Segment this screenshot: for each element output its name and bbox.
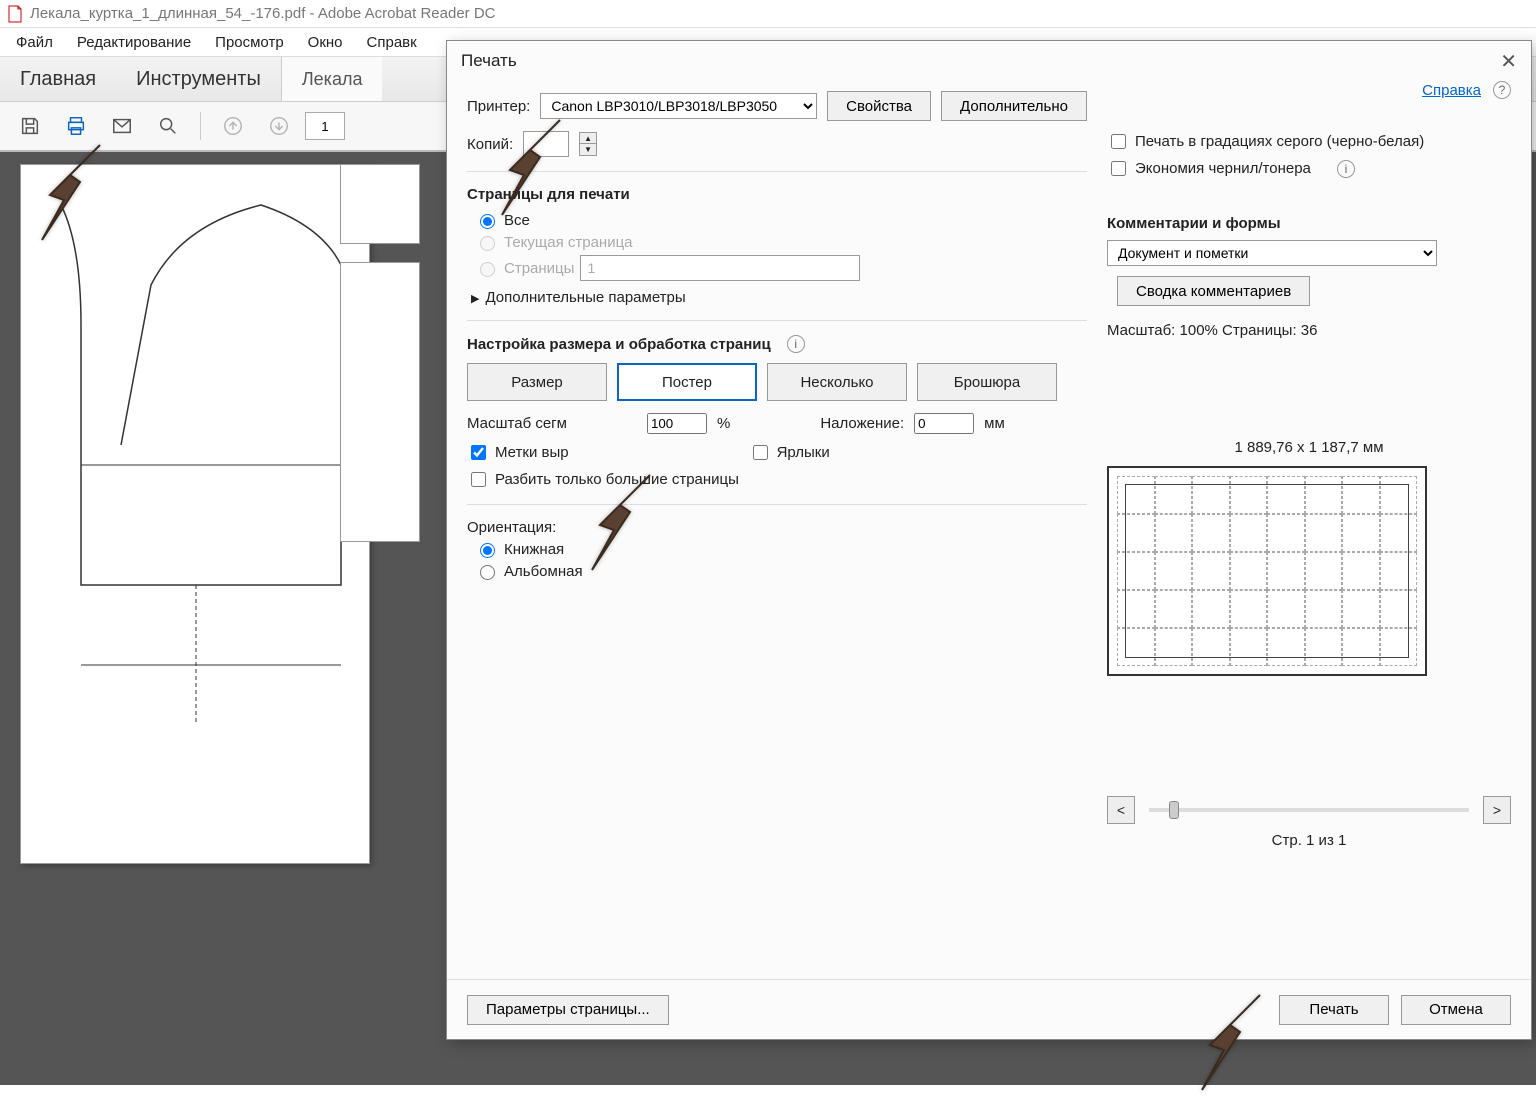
comments-select[interactable]: Документ и пометки [1107,240,1437,266]
properties-button[interactable]: Свойства [827,91,931,121]
window-title: Лекала_куртка_1_длинная_54_-176.pdf - Ad… [30,5,496,22]
print-preview [1107,466,1427,676]
chk-economy[interactable]: Экономия чернил/тонераi [1107,158,1511,179]
help-icon[interactable]: ? [1493,81,1511,99]
separator [200,112,201,140]
search-icon[interactable] [148,106,188,146]
copies-spinner[interactable]: ▲▼ [579,132,597,156]
annotation-arrow-icon [490,115,580,229]
titlebar: Лекала_куртка_1_длинная_54_-176.pdf - Ad… [0,0,1536,28]
printer-select[interactable]: Canon LBP3010/LBP3018/LBP3050 [540,93,817,119]
menu-view[interactable]: Просмотр [205,32,294,53]
radio-portrait[interactable]: Книжная [475,540,1087,558]
dialog-title: Печать [461,51,517,71]
advanced-button[interactable]: Дополнительно [941,91,1087,121]
radio-landscape[interactable]: Альбомная [475,562,1087,580]
radio-pages[interactable]: Страницы [475,255,1087,281]
printer-label: Принтер: [467,98,530,115]
scale-pages-info: Масштаб: 100% Страницы: 36 [1107,322,1511,339]
pdf-thumb-1[interactable] [340,164,420,244]
info-icon[interactable]: i [1337,160,1355,178]
overlap-input[interactable] [914,413,974,434]
menu-help[interactable]: Справк [357,32,427,53]
scale-input[interactable] [647,413,707,434]
chk-labels[interactable]: Ярлыки [749,442,830,463]
preview-prev-button[interactable]: < [1107,796,1135,824]
scale-label: Масштаб сегм [467,415,567,432]
tab-home[interactable]: Главная [0,68,116,91]
seg-size[interactable]: Размер [467,363,607,401]
page-setup-button[interactable]: Параметры страницы... [467,995,669,1025]
menu-file[interactable]: Файл [6,32,63,53]
size-handling-title: Настройка размера и обработка страниц [467,336,771,353]
menu-window[interactable]: Окно [298,32,353,53]
scale-pct: % [717,415,730,432]
comments-section-title: Комментарии и формы [1107,215,1511,232]
chk-cut-marks[interactable]: Метки выр [467,442,569,463]
orientation-title: Ориентация: [467,519,1087,536]
preview-pager: < > [1107,796,1511,824]
more-params-toggle[interactable]: Дополнительные параметры [471,289,1087,306]
close-icon[interactable]: ✕ [1500,49,1517,74]
next-page-icon[interactable] [259,106,299,146]
seg-multi[interactable]: Несколько [767,363,907,401]
pdf-thumb-2[interactable] [340,262,420,542]
seg-booklet[interactable]: Брошюра [917,363,1057,401]
help-link[interactable]: Справка [1422,82,1481,99]
chk-grayscale[interactable]: Печать в градациях серого (черно-белая) [1107,131,1511,152]
prev-page-icon[interactable] [213,106,253,146]
tab-tools[interactable]: Инструменты [116,68,281,91]
pdf-icon [6,5,24,23]
preview-dimensions: 1 889,76 x 1 187,7 мм [1107,439,1511,456]
menu-edit[interactable]: Редактирование [67,32,201,53]
overlap-label: Наложение: [820,415,904,432]
preview-page-of: Стр. 1 из 1 [1107,832,1511,849]
tab-document[interactable]: Лекала [281,57,383,101]
chk-split-large[interactable]: Разбить только большие страницы [467,469,1087,490]
preview-next-button[interactable]: > [1483,796,1511,824]
preview-slider[interactable] [1149,808,1469,812]
seg-poster[interactable]: Постер [617,363,757,401]
dialog-footer: Параметры страницы... Печать Отмена [447,979,1531,1039]
radio-current[interactable]: Текущая страница [475,233,1087,251]
print-button[interactable]: Печать [1279,995,1389,1025]
summary-button[interactable]: Сводка комментариев [1117,276,1310,306]
info-icon[interactable]: i [787,335,805,353]
pdf-page-preview [20,164,370,864]
annotation-arrow-icon [580,470,670,584]
dialog-titlebar: Печать ✕ [447,41,1531,81]
size-handling-tabs: Размер Постер Несколько Брошюра [467,363,1087,401]
cancel-button[interactable]: Отмена [1401,995,1511,1025]
page-number-input[interactable] [305,112,345,140]
overlap-unit: мм [984,415,1005,432]
pages-input[interactable] [580,255,860,281]
annotation-arrow-icon [1190,990,1280,1104]
annotation-arrow-icon [30,140,120,254]
